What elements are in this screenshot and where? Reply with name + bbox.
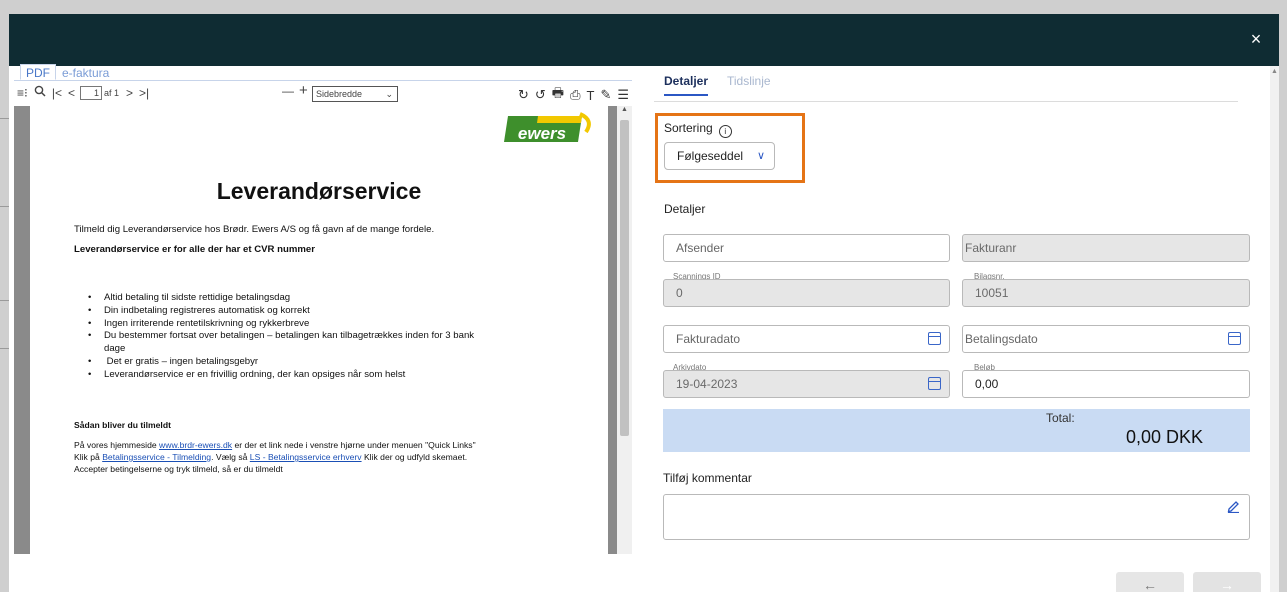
pdf-viewer: PDF e-faktura ≡⁝ |< < 1 af 1 > >| — + Si… — [14, 64, 632, 554]
sort-label: Sortering i — [664, 121, 732, 138]
details-tabs: Detaljer Tidslinje — [654, 74, 1238, 102]
pdf-howto-title: Sådan bliver du tilmeldt — [74, 420, 171, 430]
next-button[interactable]: → — [1193, 572, 1261, 592]
zoom-select[interactable]: Sidebredde ⌄ — [312, 86, 398, 102]
sort-select[interactable]: Følgeseddel ∨ — [664, 142, 775, 170]
tab-pdf[interactable]: PDF — [20, 64, 56, 80]
list-item: • Altid betaling til sidste rettidige bet… — [88, 292, 291, 303]
page-count: af 1 — [103, 87, 119, 98]
draw-tool-icon[interactable]: ✎ — [600, 87, 611, 103]
pdf-scrollbar[interactable]: ▲ — [617, 106, 632, 554]
list-item: • Det er gratis – ingen betalingsgebyr — [88, 355, 259, 367]
details-panel: Detaljer Tidslinje Sortering i Følgesedde… — [654, 64, 1250, 564]
comment-label: Tilføj kommentar — [663, 471, 752, 485]
pdf-howto-line-1: På vores hjemmeside www.brdr-ewers.dk er… — [74, 440, 476, 450]
first-page-icon[interactable]: |< — [52, 86, 62, 100]
pdf-canvas[interactable]: ewers Leverandørservice Tilmeld dig Leve… — [14, 106, 632, 554]
backdrop-line — [0, 300, 9, 301]
close-button[interactable]: × — [1245, 28, 1267, 50]
chevron-down-icon: ∨ — [756, 150, 765, 162]
arkivdato-field[interactable]: 19-04-2023 — [663, 370, 950, 398]
ls-erhverv-link[interactable]: LS - Betalingsservice erhverv — [250, 452, 362, 462]
website-link[interactable]: www.brdr-ewers.dk — [159, 440, 232, 450]
pdf-title: Leverandørservice — [216, 178, 422, 204]
prev-page-icon[interactable]: < — [68, 86, 75, 100]
fakturanr-field[interactable]: Fakturanr — [962, 234, 1250, 262]
rotate-ccw-icon[interactable]: ↺ — [535, 87, 546, 103]
backdrop-line — [0, 206, 9, 207]
calendar-icon[interactable] — [928, 377, 941, 390]
total-value: 0,00 DKK — [1125, 427, 1203, 447]
backdrop-line — [0, 118, 9, 119]
zoom-value: Sidebredde — [316, 89, 363, 99]
bilagsnr-field[interactable]: 10051 — [962, 279, 1250, 307]
zoom-in-icon[interactable]: + — [299, 82, 308, 99]
document-tabs: PDF e-faktura — [20, 64, 115, 80]
scanningsid-field[interactable]: 0 — [663, 279, 950, 307]
list-item: • Du bestemmer fortsat over betalingen – … — [88, 330, 475, 342]
edit-pencil-icon[interactable] — [1227, 499, 1240, 517]
pdf-bullet-list: • Altid betaling til sidste rettidige bet… — [88, 292, 474, 382]
chevron-down-icon: ⌄ — [385, 89, 393, 99]
pdf-toolbar: ≡⁝ |< < 1 af 1 > >| — + Sidebredde ⌄ ↻ ↺… — [14, 80, 632, 104]
pdf-howto-line-3: Accepter betingelserne og tryk tilmeld, … — [74, 464, 283, 474]
list-item: • Leverandørservice er en frivillig ordni… — [88, 368, 406, 380]
list-item: • Ingen irriterende rentetilskrivning og … — [88, 317, 310, 329]
last-page-icon[interactable]: >| — [139, 86, 149, 100]
rotate-cw-icon[interactable]: ↻ — [518, 87, 529, 103]
scroll-up-icon[interactable]: ▲ — [1271, 68, 1278, 75]
total-box: Total: 0,00 DKK — [663, 409, 1250, 452]
scroll-up-icon[interactable]: ▲ — [621, 106, 628, 113]
prev-button[interactable]: ← — [1116, 572, 1184, 592]
total-label: Total: — [1046, 411, 1075, 425]
calendar-icon[interactable] — [928, 332, 941, 345]
tab-tidslinje[interactable]: Tidslinje — [727, 74, 771, 94]
fakturadato-placeholder: Fakturadato — [676, 332, 741, 346]
afsender-field[interactable]: Afsender — [663, 234, 950, 262]
info-icon[interactable]: i — [718, 125, 732, 138]
section-title-detaljer: Detaljer — [664, 202, 706, 216]
pdf-howto-line-2: Klik på Betalingsservice - Tilmelding. V… — [74, 452, 468, 462]
text-tool-icon[interactable]: T — [586, 88, 594, 103]
modal-header: × — [9, 14, 1279, 66]
print-icon[interactable]: 🖶 — [552, 84, 564, 106]
zoom-out-icon[interactable]: — — [282, 84, 294, 98]
modal-scrollbar[interactable]: ▲ — [1270, 66, 1279, 592]
logo-text: ewers — [518, 124, 566, 143]
list-item-continuation: dage — [104, 343, 126, 355]
beloeb-field[interactable]: 0,00 — [962, 370, 1250, 398]
toolbar-right-group: ↻ ↺ 🖶 ⎙ T ✎ ☰ — [515, 84, 632, 106]
document-modal: × ▲ PDF e-faktura ≡⁝ |< < 1 af 1 > >| — … — [9, 14, 1279, 592]
betalingsservice-link[interactable]: Betalingsservice - Tilmelding — [102, 452, 211, 462]
betalingsdato-placeholder: Betalingsdato — [965, 332, 1038, 346]
search-icon[interactable] — [34, 85, 46, 100]
download-icon[interactable]: ⎙ — [570, 87, 580, 103]
pdf-page: ewers Leverandørservice Tilmeld dig Leve… — [30, 106, 608, 554]
ewers-logo: ewers — [504, 112, 591, 143]
fakturadato-field[interactable]: Fakturadato — [663, 325, 950, 353]
page-number-input[interactable]: 1 — [79, 85, 102, 100]
next-page-icon[interactable]: > — [126, 86, 133, 100]
sort-value: Følgeseddel — [677, 149, 744, 163]
tab-detaljer[interactable]: Detaljer — [664, 74, 709, 96]
tab-e-faktura[interactable]: e-faktura — [56, 64, 115, 80]
sidebar-toggle-icon[interactable]: ≡⁝ — [17, 86, 28, 100]
pdf-subtitle: Leverandørservice er for alle der har et… — [74, 244, 316, 255]
comment-textarea[interactable] — [663, 494, 1250, 540]
list-item: • Din indbetaling registreres automatisk … — [88, 304, 310, 316]
scrollbar-thumb[interactable] — [620, 120, 629, 436]
backdrop-line — [0, 348, 9, 349]
menu-icon[interactable]: ☰ — [617, 87, 629, 103]
arkivdato-value: 19-04-2023 — [676, 377, 738, 391]
calendar-icon[interactable] — [1228, 332, 1241, 345]
betalingsdato-field[interactable]: Betalingsdato — [962, 325, 1250, 353]
pdf-intro: Tilmeld dig Leverandørservice hos Brødr.… — [74, 224, 435, 235]
